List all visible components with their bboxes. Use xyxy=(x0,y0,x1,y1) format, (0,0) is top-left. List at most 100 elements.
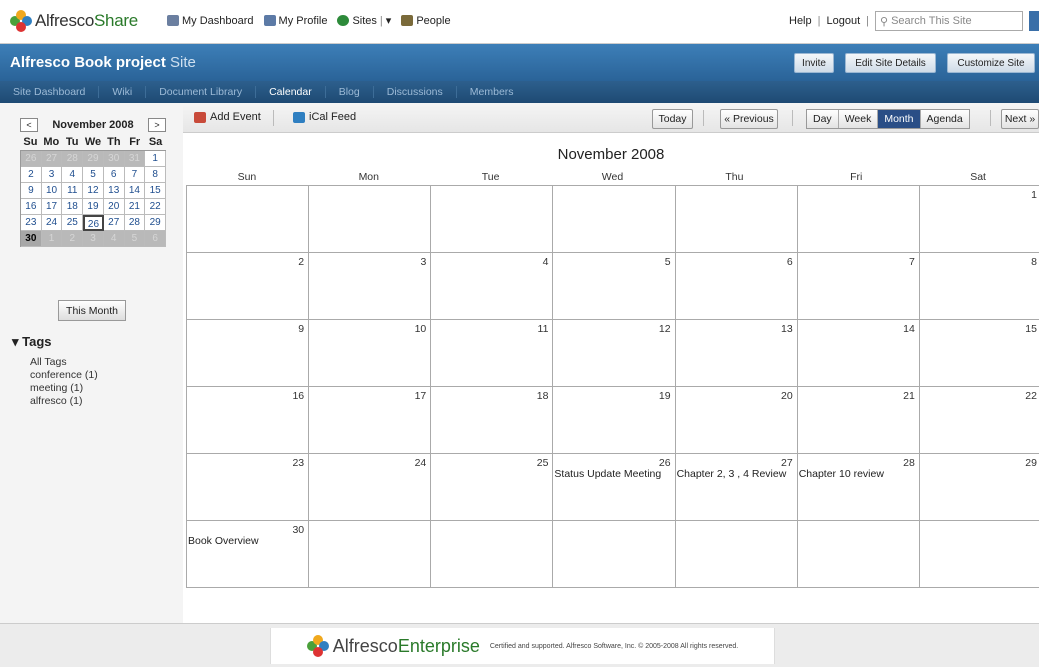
logout-link[interactable]: Logout xyxy=(826,15,860,27)
search-input[interactable]: ⚲ Search This Site xyxy=(875,11,1023,31)
invite-button[interactable]: Invite xyxy=(794,53,834,73)
tab-members[interactable]: Members xyxy=(457,86,527,98)
mini-day[interactable]: 5 xyxy=(124,231,146,247)
mini-day[interactable]: 27 xyxy=(41,151,63,167)
chevron-down-icon[interactable]: ▾ xyxy=(386,14,392,27)
mini-day[interactable]: 29 xyxy=(145,215,166,231)
mini-prev-button[interactable]: < xyxy=(20,118,38,132)
mini-day[interactable]: 21 xyxy=(124,199,146,215)
calendar-event[interactable]: Book Overview xyxy=(188,535,259,547)
mini-day[interactable]: 27 xyxy=(103,215,125,231)
mini-day[interactable]: 20 xyxy=(103,199,125,215)
calendar-day-cell[interactable]: 5 xyxy=(553,253,676,320)
calendar-event[interactable]: Chapter 10 review xyxy=(799,468,884,480)
add-event-button[interactable]: Add Event xyxy=(194,111,261,123)
view-agenda-button[interactable]: Agenda xyxy=(920,110,969,128)
mini-day[interactable]: 8 xyxy=(145,167,166,183)
view-month-button[interactable]: Month xyxy=(878,110,921,128)
mini-day[interactable]: 15 xyxy=(145,183,166,199)
mini-day[interactable]: 13 xyxy=(103,183,125,199)
help-link[interactable]: Help xyxy=(789,15,812,27)
calendar-day-cell[interactable]: 11 xyxy=(431,320,554,387)
tag-all[interactable]: All Tags xyxy=(30,356,98,369)
mini-day[interactable]: 7 xyxy=(124,167,146,183)
tab-wiki[interactable]: Wiki xyxy=(99,86,147,98)
mini-day[interactable]: 16 xyxy=(21,199,42,215)
mini-day[interactable]: 28 xyxy=(62,151,84,167)
calendar-day-cell[interactable]: 16 xyxy=(187,387,310,454)
mini-day[interactable]: 10 xyxy=(41,183,63,199)
calendar-day-cell[interactable]: 29 xyxy=(919,454,1039,521)
tags-title[interactable]: ▾ Tags xyxy=(12,334,98,350)
tag-meeting[interactable]: meeting (1) xyxy=(30,382,98,395)
tab-calendar[interactable]: Calendar xyxy=(256,86,326,98)
calendar-day-cell[interactable]: 26 Status Update Meeting xyxy=(553,454,676,521)
mini-day[interactable]: 17 xyxy=(41,199,63,215)
this-month-button[interactable]: This Month xyxy=(58,300,126,321)
tag-conference[interactable]: conference (1) xyxy=(30,369,98,382)
mini-day[interactable]: 6 xyxy=(103,167,125,183)
next-button[interactable]: Next » xyxy=(1001,109,1039,129)
edit-site-details-button[interactable]: Edit Site Details xyxy=(845,53,936,73)
calendar-day-cell[interactable] xyxy=(553,521,676,588)
mini-day[interactable]: 5 xyxy=(83,167,104,183)
mini-day[interactable]: 24 xyxy=(41,215,63,231)
calendar-day-cell[interactable]: 14 xyxy=(797,320,920,387)
mini-next-button[interactable]: > xyxy=(147,118,166,132)
calendar-day-cell[interactable]: 10 xyxy=(309,320,432,387)
previous-button[interactable]: « Previous xyxy=(720,109,778,129)
today-button[interactable]: Today xyxy=(652,109,693,129)
mini-day[interactable]: 29 xyxy=(83,151,104,167)
calendar-day-cell[interactable]: 30 Book Overview xyxy=(187,521,310,588)
mini-day[interactable]: 3 xyxy=(41,167,63,183)
mini-day[interactable]: 6 xyxy=(145,231,166,247)
view-day-button[interactable]: Day xyxy=(807,110,839,128)
mini-day[interactable]: 30 xyxy=(103,151,125,167)
calendar-day-cell[interactable] xyxy=(309,186,432,253)
mini-day[interactable]: 18 xyxy=(62,199,84,215)
calendar-day-cell[interactable]: 19 xyxy=(553,387,676,454)
nav-my-dashboard[interactable]: My Dashboard xyxy=(167,15,254,27)
mini-day[interactable]: 2 xyxy=(62,231,84,247)
alfresco-logo[interactable]: AlfrescoShare xyxy=(10,10,138,32)
calendar-day-cell[interactable] xyxy=(309,521,432,588)
search-dropdown-button[interactable] xyxy=(1029,11,1039,31)
nav-people[interactable]: People xyxy=(401,15,451,27)
nav-sites[interactable]: Sites | ▾ xyxy=(337,14,391,27)
mini-day[interactable]: 25 xyxy=(62,215,84,231)
mini-day[interactable]: 1 xyxy=(145,151,166,167)
calendar-day-cell[interactable]: 25 xyxy=(431,454,554,521)
mini-day[interactable]: 26 xyxy=(21,151,42,167)
mini-day[interactable]: 4 xyxy=(103,231,125,247)
calendar-day-cell[interactable]: 24 xyxy=(309,454,432,521)
mini-day[interactable]: 3 xyxy=(83,231,104,247)
mini-day[interactable]: 2 xyxy=(21,167,42,183)
mini-day[interactable]: 11 xyxy=(62,183,84,199)
calendar-day-cell[interactable] xyxy=(431,521,554,588)
mini-day[interactable]: 9 xyxy=(21,183,42,199)
mini-day[interactable]: 30 xyxy=(21,231,42,247)
calendar-day-cell[interactable]: 17 xyxy=(309,387,432,454)
calendar-day-cell[interactable]: 1 xyxy=(919,186,1039,253)
calendar-day-cell[interactable] xyxy=(553,186,676,253)
calendar-day-cell[interactable] xyxy=(919,521,1039,588)
calendar-day-cell[interactable]: 20 xyxy=(675,387,798,454)
calendar-day-cell[interactable]: 12 xyxy=(553,320,676,387)
calendar-day-cell[interactable]: 15 xyxy=(919,320,1039,387)
calendar-event[interactable]: Status Update Meeting xyxy=(554,468,661,480)
mini-day[interactable]: 31 xyxy=(124,151,146,167)
mini-day[interactable]: 14 xyxy=(124,183,146,199)
calendar-day-cell[interactable]: 13 xyxy=(675,320,798,387)
calendar-day-cell[interactable] xyxy=(675,186,798,253)
tag-alfresco[interactable]: alfresco (1) xyxy=(30,395,98,408)
view-week-button[interactable]: Week xyxy=(838,110,879,128)
calendar-day-cell[interactable]: 4 xyxy=(431,253,554,320)
calendar-day-cell[interactable]: 23 xyxy=(187,454,310,521)
ical-feed-button[interactable]: iCal Feed xyxy=(293,111,356,123)
mini-day[interactable]: 12 xyxy=(83,183,104,199)
calendar-day-cell[interactable] xyxy=(431,186,554,253)
calendar-day-cell[interactable]: 2 xyxy=(187,253,310,320)
calendar-day-cell[interactable] xyxy=(187,186,310,253)
calendar-day-cell[interactable]: 3 xyxy=(309,253,432,320)
mini-day[interactable]: 28 xyxy=(124,215,146,231)
